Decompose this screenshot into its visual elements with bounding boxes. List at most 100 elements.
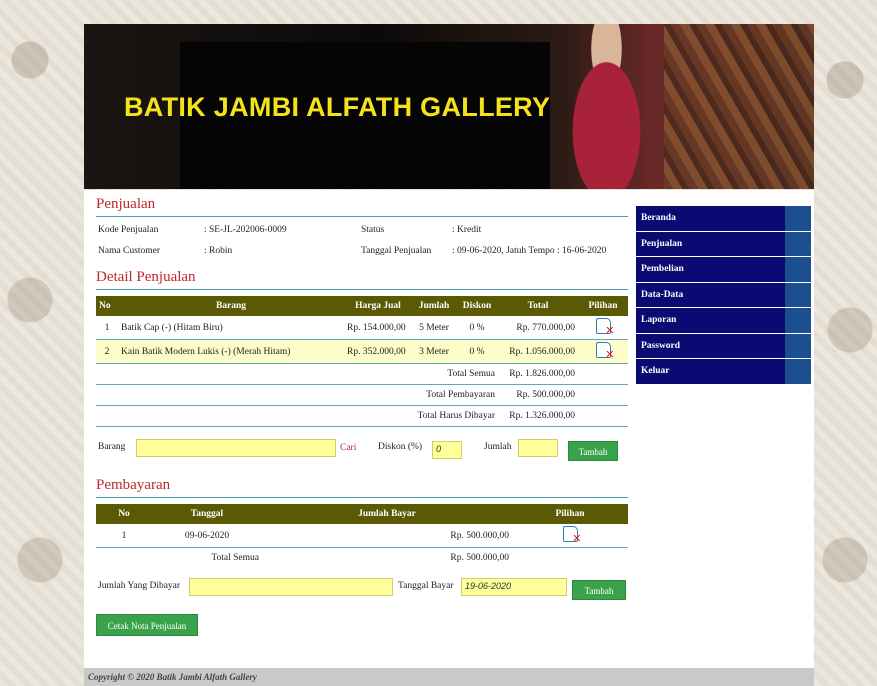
kode-label: Kode Penjualan (98, 225, 159, 235)
sidebar-item-keluar[interactable]: Keluar (636, 359, 811, 385)
cell-diskon: 0 % (456, 316, 498, 340)
sidebar-item-pembelian[interactable]: Pembelian (636, 257, 811, 283)
diskon-input[interactable]: 0 (432, 441, 462, 459)
cell-no: 1 (96, 524, 152, 548)
sidebar-item-label: Keluar (636, 359, 785, 384)
sale-heading: Penjualan (96, 196, 628, 217)
detail-heading: Detail Penjualan (96, 269, 628, 290)
total-pembayaran-value: Rp. 500.000,00 (498, 384, 578, 406)
sidebar-item-tab (785, 206, 811, 231)
header-banner: BATIK JAMBI ALFATH GALLERY (84, 24, 814, 189)
empty-cell (578, 384, 628, 406)
col-tanggal: Tanggal (190, 509, 224, 519)
delete-file-icon[interactable] (595, 342, 615, 361)
sidebar-item-label: Password (636, 333, 785, 358)
total-semua-label: Total Semua (96, 363, 498, 385)
delete-file-icon[interactable] (562, 526, 582, 545)
sidebar-item-tab (785, 257, 811, 282)
tambah-item-button[interactable]: Tambah (568, 441, 618, 461)
cell-pilihan (512, 524, 628, 548)
payment-total-label: Total Semua (211, 553, 259, 563)
sidebar-item-label: Beranda (636, 206, 785, 231)
detail-table: No Barang Harga Jual Jumlah Diskon Total… (96, 296, 628, 427)
sidebar-item-data[interactable]: Data-Data (636, 282, 811, 308)
cell-pilihan (578, 339, 628, 364)
sidebar-item-tab (785, 308, 811, 333)
delete-file-icon[interactable] (595, 318, 615, 337)
total-semua-value: Rp. 1.826.000,00 (498, 363, 578, 385)
cell-harga: Rp. 352.000,00 (344, 339, 412, 364)
main-panel: Penjualan Kode Penjualan : SE-JL-202006-… (96, 196, 628, 636)
diskon-label: Diskon (%) (378, 442, 423, 452)
content-area: Penjualan Kode Penjualan : SE-JL-202006-… (84, 190, 814, 668)
table-row: 2 Kain Batik Modern Lukis (-) (Merah Hit… (96, 339, 628, 364)
col-harga: Harga Jual (355, 301, 401, 311)
table-row: 1 Batik Cap (-) (Hitam Biru) Rp. 154.000… (96, 316, 628, 340)
cell-pilihan (578, 316, 628, 340)
add-item-form: Barang Cari Diskon (%) 0 Jumlah Tambah (96, 439, 628, 469)
total-harus-row: Total Harus Dibayar Rp. 1.326.000,00 (96, 405, 628, 427)
cell-jumlah: 3 Meter (412, 339, 456, 364)
sidebar-item-laporan[interactable]: Laporan (636, 308, 811, 334)
payment-heading: Pembayaran (96, 477, 628, 498)
sale-info: Kode Penjualan : SE-JL-202006-0009 Statu… (96, 223, 628, 267)
sidebar-item-label: Penjualan (636, 231, 785, 256)
barang-input[interactable] (136, 439, 336, 457)
col-pilihan: Pilihan (555, 509, 585, 519)
col-diskon: Diskon (462, 301, 492, 311)
col-no: No (118, 509, 130, 519)
cell-barang: Kain Batik Modern Lukis (-) (Merah Hitam… (118, 339, 344, 364)
cell-jumlah-bayar: Rp. 500.000,00 (262, 524, 512, 548)
cell-total: Rp. 1.056.000,00 (498, 339, 578, 364)
col-total: Total (527, 301, 549, 311)
cell-harga: Rp. 154.000,00 (344, 316, 412, 340)
jumlah-label: Jumlah (484, 442, 512, 452)
tanggal-value: : 09-06-2020, Jatuh Tempo : 16-06-2020 (452, 246, 607, 256)
empty-cell (578, 363, 628, 385)
sidebar-item-tab (785, 282, 811, 307)
col-barang: Barang (215, 301, 247, 311)
jumlah-input[interactable] (518, 439, 558, 457)
empty-cell (512, 548, 628, 569)
payment-form: Jumlah Yang Dibayar Tanggal Bayar 19-06-… (96, 578, 628, 608)
sidebar-menu: Beranda Penjualan Pembelian Data-Data La… (636, 206, 811, 385)
jumlah-dibayar-input[interactable] (189, 578, 393, 596)
status-value: : Kredit (452, 225, 482, 235)
cell-total: Rp. 770.000,00 (498, 316, 578, 340)
col-jumlah: Jumlah (418, 301, 450, 311)
cell-diskon: 0 % (456, 339, 498, 364)
jumlah-dibayar-label: Jumlah Yang Dibayar (98, 581, 181, 591)
kode-value: : SE-JL-202006-0009 (204, 225, 287, 235)
cell-no: 2 (96, 339, 118, 364)
col-no: No (99, 301, 111, 311)
payment-total-value: Rp. 500.000,00 (450, 553, 509, 563)
sidebar-item-label: Data-Data (636, 282, 785, 307)
cetak-nota-button[interactable]: Cetak Nota Penjualan (96, 614, 198, 636)
sidebar-item-label: Laporan (636, 308, 785, 333)
banner-batik-pattern (664, 24, 814, 189)
payment-table: No Tanggal Jumlah Bayar Pilihan 1 09-06-… (96, 504, 628, 568)
status-label: Status (361, 225, 385, 235)
footer: Copyright © 2020 Batik Jambi Alfath Gall… (84, 668, 814, 686)
sidebar-item-beranda[interactable]: Beranda (636, 206, 811, 232)
col-jumlah-bayar: Jumlah Bayar (358, 509, 416, 519)
site-title: BATIK JAMBI ALFATH GALLERY (124, 92, 551, 122)
payment-header-row: No Tanggal Jumlah Bayar Pilihan (96, 504, 628, 524)
page-wrapper: BATIK JAMBI ALFATH GALLERY Penjualan Kod… (84, 14, 814, 686)
col-pilihan: Pilihan (588, 301, 618, 311)
barang-label: Barang (98, 442, 126, 452)
sidebar-item-penjualan[interactable]: Penjualan (636, 231, 811, 257)
detail-header-row: No Barang Harga Jual Jumlah Diskon Total… (96, 296, 628, 316)
total-pembayaran-label: Total Pembayaran (96, 384, 498, 406)
sidebar-item-password[interactable]: Password (636, 333, 811, 359)
tanggal-bayar-input[interactable]: 19-06-2020 (461, 578, 567, 596)
total-pembayaran-row: Total Pembayaran Rp. 500.000,00 (96, 384, 628, 406)
sidebar-item-label: Pembelian (636, 257, 785, 282)
cari-link[interactable]: Cari (340, 443, 356, 453)
sidebar-item-tab (785, 231, 811, 256)
banner-model-image (554, 24, 659, 189)
total-semua-row: Total Semua Rp. 1.826.000,00 (96, 363, 628, 385)
total-harus-label: Total Harus Dibayar (96, 405, 498, 427)
tambah-bayar-button[interactable]: Tambah (572, 580, 626, 600)
cell-tanggal: 09-06-2020 (152, 524, 262, 548)
